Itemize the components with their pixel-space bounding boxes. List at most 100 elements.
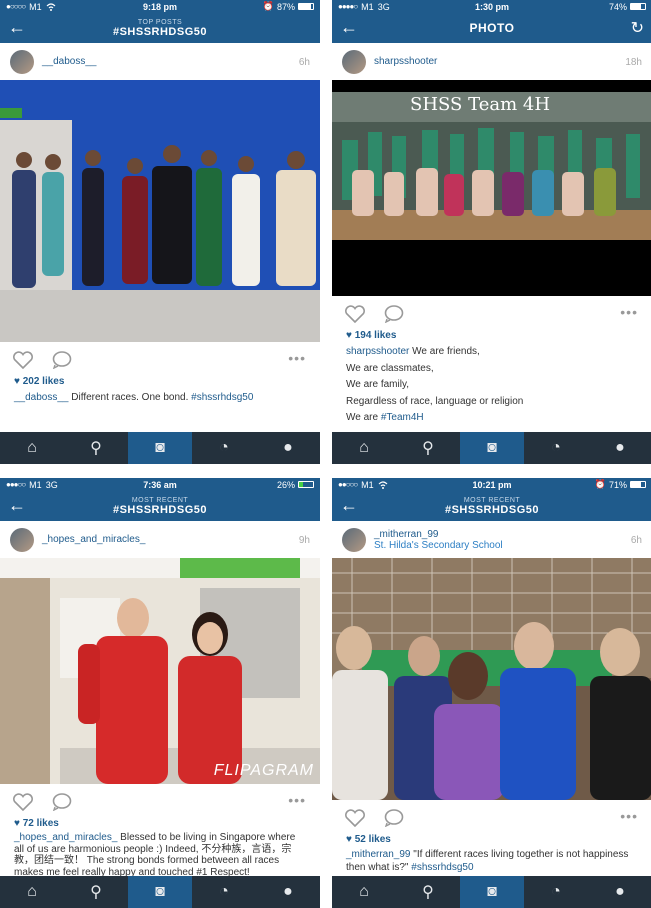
post-photo[interactable]: FLIPAGRAM	[0, 558, 320, 784]
refresh-icon[interactable]: ↻	[631, 18, 644, 38]
search-icon[interactable]: ⚲	[64, 876, 128, 908]
back-arrow-icon[interactable]: ←	[8, 496, 26, 514]
profile-icon[interactable]: ●	[588, 876, 651, 908]
avatar[interactable]	[10, 49, 34, 74]
battery-icon	[630, 3, 646, 10]
avatar[interactable]	[342, 527, 366, 552]
comment-icon[interactable]	[384, 809, 404, 827]
activity-icon[interactable]: ◔	[524, 876, 588, 908]
caption-username[interactable]: sharpsshooter	[346, 346, 409, 357]
alarm-icon: ⏰	[262, 1, 274, 11]
status-time: 1:30 pm	[474, 1, 509, 12]
home-icon[interactable]: ⌂	[0, 876, 64, 908]
nav-bar: ← TOP POSTS #SHSSRHDSG50	[0, 13, 320, 43]
comment-icon[interactable]	[52, 793, 72, 811]
post-photo[interactable]: SHSS Team 4H	[332, 80, 651, 296]
camera-icon[interactable]: ◙	[460, 876, 524, 908]
post-username[interactable]: _mitherran_99	[374, 529, 503, 540]
activity-icon[interactable]: ◔	[524, 432, 588, 464]
activity-icon[interactable]: ◔	[192, 432, 256, 464]
bottom-tab-bar: ⌂ ⚲ ◙ ◔ ●	[0, 876, 320, 908]
avatar[interactable]	[342, 49, 366, 74]
more-options-icon[interactable]: •••	[288, 350, 306, 366]
post-age: 9h	[298, 535, 310, 546]
search-icon[interactable]: ⚲	[396, 432, 460, 464]
nav-title: PHOTO	[469, 21, 515, 35]
heart-icon[interactable]	[344, 305, 366, 323]
heart-icon[interactable]	[344, 809, 366, 827]
more-options-icon[interactable]: •••	[620, 808, 638, 824]
likes-count[interactable]: ♥ 52 likes	[332, 834, 651, 848]
alarm-icon: ⏰	[594, 479, 606, 489]
group-photo-image	[0, 80, 320, 342]
likes-count[interactable]: ♥ 202 likes	[0, 376, 320, 390]
camera-icon[interactable]: ◙	[128, 432, 192, 464]
caption-username[interactable]: _mitherran_99	[346, 849, 410, 860]
search-icon[interactable]: ⚲	[64, 432, 128, 464]
heart-icon[interactable]	[12, 351, 34, 369]
profile-icon[interactable]: ●	[256, 432, 320, 464]
heart-icon[interactable]	[12, 793, 34, 811]
search-icon[interactable]: ⚲	[396, 876, 460, 908]
comment-icon[interactable]	[384, 305, 404, 323]
back-arrow-icon[interactable]: ←	[340, 18, 358, 36]
camera-icon[interactable]: ◙	[128, 876, 192, 908]
back-arrow-icon[interactable]: ←	[8, 18, 26, 36]
back-arrow-icon[interactable]: ←	[340, 496, 358, 514]
post-actions: •••	[0, 342, 320, 376]
post-photo[interactable]	[332, 558, 651, 800]
screenshot-most-recent-1: ●●●○○ M1 3G 7:36 am 26% ← MOST RECENT #S…	[0, 478, 320, 908]
nav-subtitle: TOP POSTS	[137, 18, 183, 26]
profile-icon[interactable]: ●	[588, 432, 651, 464]
hashtag-title: #SHSSRHDSG50	[112, 25, 208, 38]
avatar[interactable]	[10, 527, 34, 552]
bottom-tab-bar: ⌂ ⚲ ◙ ◔ ●	[332, 876, 651, 908]
screenshot-most-recent-2: ●●○○○ M1 10:21 pm ⏰ 71% ← MOST RECENT #S…	[332, 478, 651, 908]
post-photo[interactable]	[0, 80, 320, 342]
post-caption: sharpsshooter We are friends, We are cla…	[332, 344, 651, 427]
caption-username[interactable]: __daboss__	[14, 392, 69, 403]
comment-icon[interactable]	[52, 351, 72, 369]
home-icon[interactable]: ⌂	[332, 876, 396, 908]
bottom-tab-bar: ⌂ ⚲ ◙ ◔ ●	[332, 432, 651, 464]
home-icon[interactable]: ⌂	[0, 432, 64, 464]
post-caption: _mitherran_99 "If different races living…	[332, 848, 651, 874]
post-username[interactable]: _hopes_and_miracles_	[42, 534, 145, 545]
camera-icon[interactable]: ◙	[460, 432, 524, 464]
battery-percent: 71%	[608, 479, 627, 490]
caption-line: Regardless of race, language or religion	[346, 395, 524, 407]
post-header: sharpsshooter 18h	[332, 43, 651, 80]
post-header: _mitherran_99 St. Hilda's Secondary Scho…	[332, 521, 651, 558]
likes-count[interactable]: ♥ 72 likes	[0, 818, 320, 832]
status-bar: ●○○○○ M1 9:18 pm ⏰ 87%	[0, 0, 320, 13]
caption-hashtag[interactable]: #Team4H	[381, 412, 424, 423]
post-age: 6h	[630, 535, 642, 546]
hashtag-title: #SHSSRHDSG50	[444, 503, 540, 516]
flipagram-watermark: FLIPAGRAM	[213, 762, 314, 779]
screenshot-top-posts: ●○○○○ M1 9:18 pm ⏰ 87% ← TOP POSTS #SHSS…	[0, 0, 320, 464]
more-options-icon[interactable]: •••	[620, 304, 638, 320]
battery-icon	[298, 3, 314, 10]
profile-icon[interactable]: ●	[256, 876, 320, 908]
post-location[interactable]: St. Hilda's Secondary School	[374, 540, 503, 551]
likes-count[interactable]: ♥ 194 likes	[332, 330, 651, 344]
activity-icon[interactable]: ◔	[192, 876, 256, 908]
caption-line: We are	[346, 412, 381, 423]
nav-bar: ← MOST RECENT #SHSSRHDSG50	[332, 491, 651, 521]
battery-percent: 87%	[276, 1, 295, 12]
battery-percent: 26%	[276, 479, 295, 490]
caption-hashtag[interactable]: #shssrhdsg50	[191, 392, 253, 403]
home-icon[interactable]: ⌂	[332, 432, 396, 464]
post-header: __daboss__ 6h	[0, 43, 320, 80]
status-bar: ●●○○○ M1 10:21 pm ⏰ 71%	[332, 478, 651, 491]
more-options-icon[interactable]: •••	[288, 792, 306, 808]
post-actions: •••	[0, 784, 320, 818]
post-username[interactable]: __daboss__	[42, 56, 97, 67]
status-time: 7:36 am	[143, 479, 177, 490]
post-username[interactable]: sharpsshooter	[374, 56, 437, 67]
bottom-tab-bar: ⌂ ⚲ ◙ ◔ ●	[0, 432, 320, 464]
post-actions: •••	[332, 800, 651, 834]
caption-username[interactable]: _hopes_and_miracles_	[14, 832, 117, 843]
caption-hashtag[interactable]: #shssrhdsg50	[411, 862, 473, 873]
caption-text: Different races. One bond.	[68, 392, 192, 403]
